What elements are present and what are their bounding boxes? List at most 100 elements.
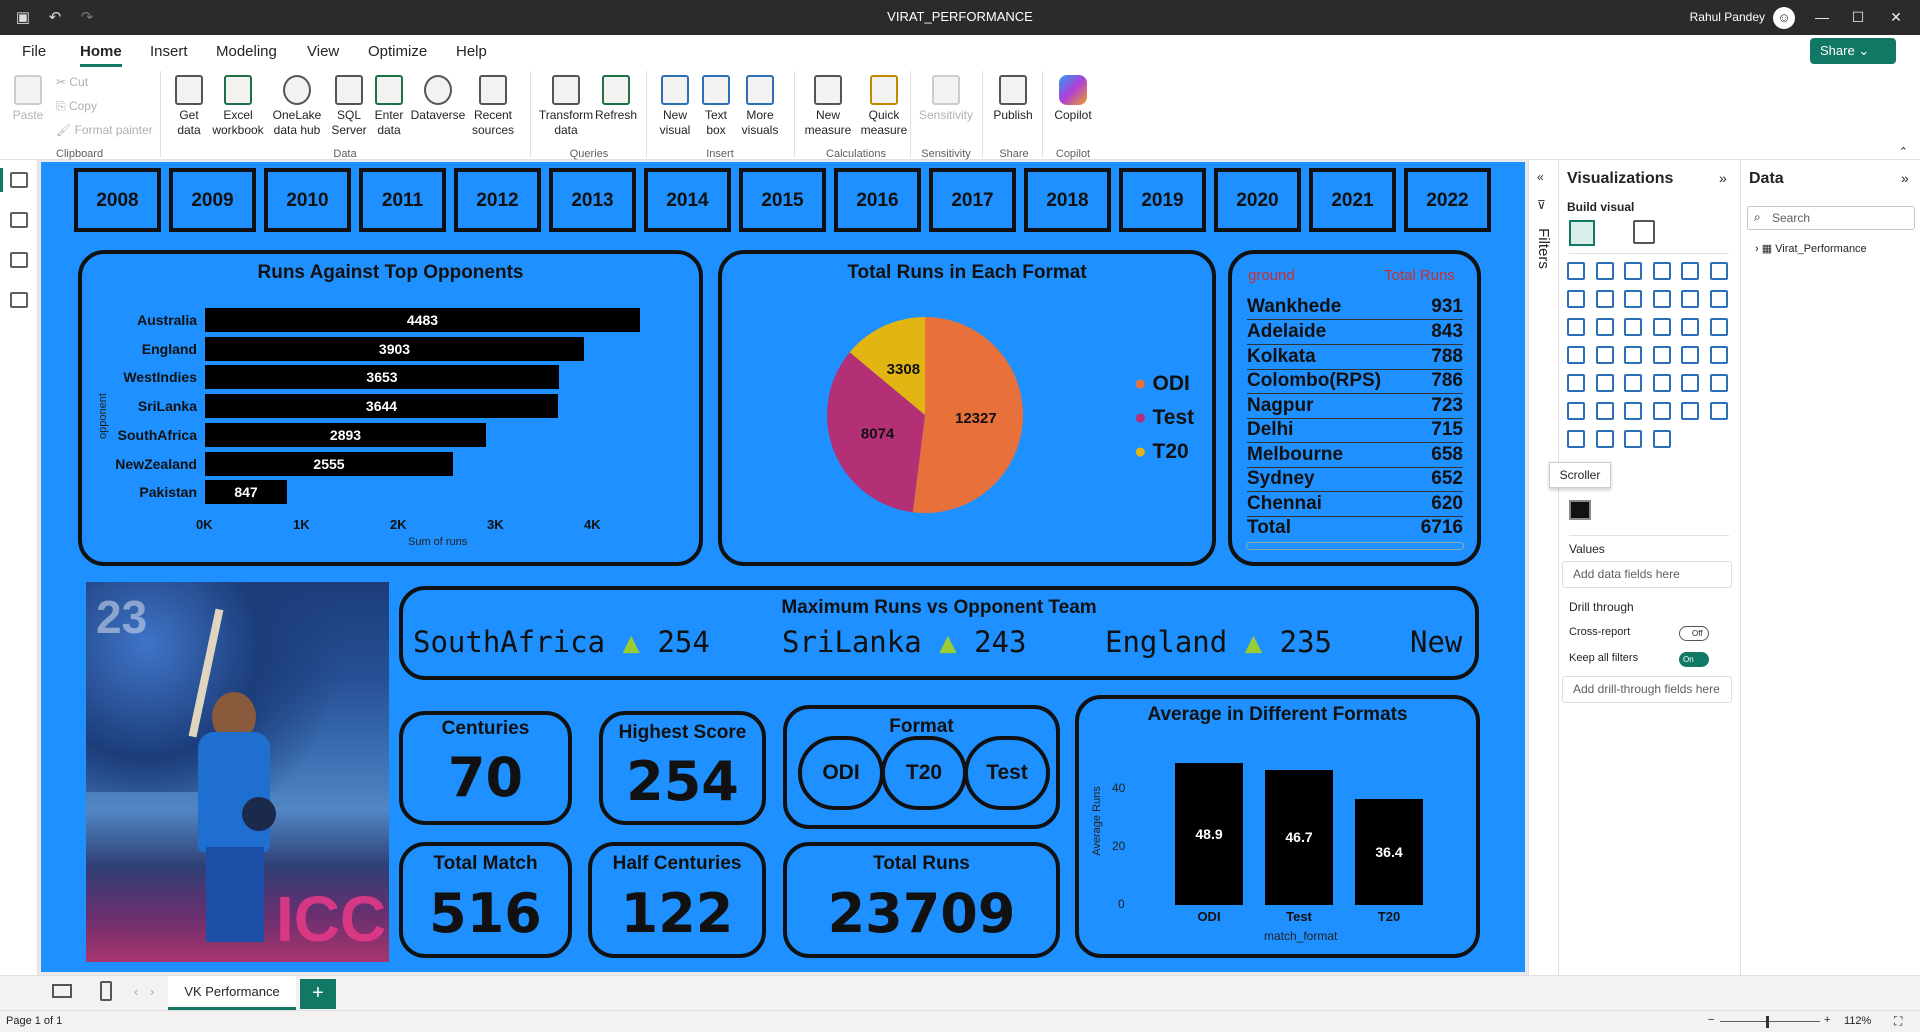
visual-type-icon[interactable] xyxy=(1652,290,1671,308)
visual-type-icon[interactable] xyxy=(1624,346,1642,364)
visual-type-icon[interactable] xyxy=(1595,402,1614,420)
visual-type-icon[interactable] xyxy=(1624,430,1642,448)
visual-type-icon[interactable] xyxy=(1709,402,1728,420)
year-button[interactable]: 2020 xyxy=(1214,168,1301,232)
more-visuals-button[interactable]: More visuals xyxy=(736,75,784,138)
visual-type-icon[interactable] xyxy=(1567,262,1585,280)
bar[interactable]: 46.7 xyxy=(1265,770,1333,905)
visual-type-icon[interactable] xyxy=(1567,290,1585,308)
visual-type-icon[interactable] xyxy=(1652,430,1671,448)
bar[interactable]: 2893 xyxy=(205,422,486,447)
visual-type-icon[interactable] xyxy=(1709,290,1728,308)
col-header-ground[interactable]: ground xyxy=(1248,267,1295,284)
visual-type-icon[interactable] xyxy=(1652,262,1671,280)
menu-help[interactable]: Help xyxy=(456,43,487,60)
year-button[interactable]: 2021 xyxy=(1309,168,1396,232)
visual-type-icon[interactable] xyxy=(1595,262,1614,280)
year-button[interactable]: 2019 xyxy=(1119,168,1206,232)
visual-type-icon[interactable] xyxy=(1595,318,1614,336)
visual-type-icon[interactable] xyxy=(1709,346,1728,364)
recent-sources-button[interactable]: Recent sources xyxy=(466,75,520,138)
visual-type-icon[interactable] xyxy=(1681,262,1699,280)
visual-type-icon[interactable] xyxy=(1624,290,1642,308)
filters-label[interactable]: Filters xyxy=(1535,228,1552,269)
visual-type-icon[interactable] xyxy=(1652,402,1671,420)
zoom-slider[interactable] xyxy=(1720,1021,1820,1022)
visual-type-icon[interactable] xyxy=(1681,318,1699,336)
visual-type-icon[interactable] xyxy=(1567,318,1585,336)
visual-type-icon[interactable] xyxy=(1624,318,1642,336)
bar[interactable]: 4483 xyxy=(205,308,640,332)
year-button[interactable]: 2012 xyxy=(454,168,541,232)
excel-button[interactable]: Excel workbook xyxy=(210,75,266,138)
visual-type-icon[interactable] xyxy=(1709,318,1728,336)
get-data-button[interactable]: Get data xyxy=(168,75,210,138)
fit-page-icon[interactable]: ⛶ xyxy=(1894,1014,1902,1029)
year-button[interactable]: 2009 xyxy=(169,168,256,232)
visual-type-icon[interactable] xyxy=(1681,402,1699,420)
bar[interactable]: 847 xyxy=(205,480,287,505)
values-well[interactable]: Add data fields here xyxy=(1562,561,1732,588)
year-button[interactable]: 2010 xyxy=(264,168,351,232)
year-button[interactable]: 2013 xyxy=(549,168,636,232)
year-button[interactable]: 2015 xyxy=(739,168,826,232)
prev-page-icon[interactable]: ‹ xyxy=(134,984,138,999)
visual-type-icon[interactable] xyxy=(1681,290,1699,308)
menu-home[interactable]: Home xyxy=(80,43,122,67)
expand-icon[interactable]: » xyxy=(1901,170,1909,186)
col-header-total-runs[interactable]: Total Runs xyxy=(1384,267,1455,284)
year-button[interactable]: 2017 xyxy=(929,168,1016,232)
maximize-button[interactable]: ☐ xyxy=(1840,5,1876,29)
visual-type-icon[interactable] xyxy=(1567,374,1585,392)
visual-type-icon[interactable] xyxy=(1681,374,1699,392)
menu-view[interactable]: View xyxy=(307,43,339,60)
build-visual-icon[interactable] xyxy=(1569,220,1595,246)
collapse-ribbon-icon[interactable]: ⌃ xyxy=(1899,145,1908,158)
cut-button[interactable]: ✂ Cut xyxy=(56,75,88,89)
onelake-button[interactable]: OneLake data hub xyxy=(268,75,326,138)
dax-query-icon[interactable] xyxy=(10,292,28,308)
text-box-button[interactable]: Text box xyxy=(696,75,736,138)
desktop-layout-icon[interactable] xyxy=(52,984,72,998)
menu-file[interactable]: File xyxy=(22,43,46,60)
visual-type-icon[interactable] xyxy=(1595,346,1614,364)
refresh-button[interactable]: Refresh xyxy=(594,75,638,123)
menu-modeling[interactable]: Modeling xyxy=(216,43,277,60)
dataverse-button[interactable]: Dataverse xyxy=(410,75,466,123)
menu-optimize[interactable]: Optimize xyxy=(368,43,427,60)
visual-type-icon[interactable] xyxy=(1595,430,1614,448)
new-visual-button[interactable]: New visual xyxy=(654,75,696,138)
page-tab[interactable]: VK Performance xyxy=(168,976,296,1010)
visual-type-icon[interactable] xyxy=(1567,430,1585,448)
visual-type-icon[interactable] xyxy=(1709,374,1728,392)
visual-type-icon[interactable] xyxy=(1652,318,1671,336)
year-button[interactable]: 2011 xyxy=(359,168,446,232)
visual-type-icon[interactable] xyxy=(1624,262,1642,280)
sql-server-button[interactable]: SQL Server xyxy=(330,75,368,138)
keep-filters-toggle[interactable]: On xyxy=(1679,652,1709,667)
year-button[interactable]: 2022 xyxy=(1404,168,1491,232)
drill-through-well[interactable]: Add drill-through fields here xyxy=(1562,676,1732,703)
filters-pane[interactable]: « ⊽ Filters xyxy=(1528,160,1558,975)
visual-type-icon[interactable] xyxy=(1567,346,1585,364)
table-view-icon[interactable] xyxy=(10,212,28,228)
format-option[interactable]: ODI xyxy=(798,736,884,810)
zoom-in-icon[interactable]: + xyxy=(1824,1014,1830,1026)
transform-data-button[interactable]: Transform data xyxy=(538,75,594,138)
visual-type-icon[interactable] xyxy=(1652,374,1671,392)
new-measure-button[interactable]: New measure xyxy=(800,75,856,138)
table-item[interactable]: › ▦ Virat_Performance xyxy=(1755,242,1867,255)
publish-button[interactable]: Publish xyxy=(990,75,1036,123)
model-view-icon[interactable] xyxy=(10,252,28,268)
avatar[interactable]: ☺ xyxy=(1773,7,1795,29)
menu-insert[interactable]: Insert xyxy=(150,43,188,60)
enter-data-button[interactable]: Enter data xyxy=(370,75,408,138)
copilot-button[interactable]: Copilot xyxy=(1050,75,1096,123)
paste-button[interactable]: Paste xyxy=(10,75,46,123)
sensitivity-button[interactable]: Sensitivity xyxy=(916,75,976,123)
add-page-button[interactable]: + xyxy=(300,979,336,1009)
quick-measure-button[interactable]: Quick measure xyxy=(856,75,912,138)
year-button[interactable]: 2014 xyxy=(644,168,731,232)
copy-button[interactable]: ⎘ Copy xyxy=(56,99,97,114)
mobile-layout-icon[interactable] xyxy=(100,981,112,1001)
